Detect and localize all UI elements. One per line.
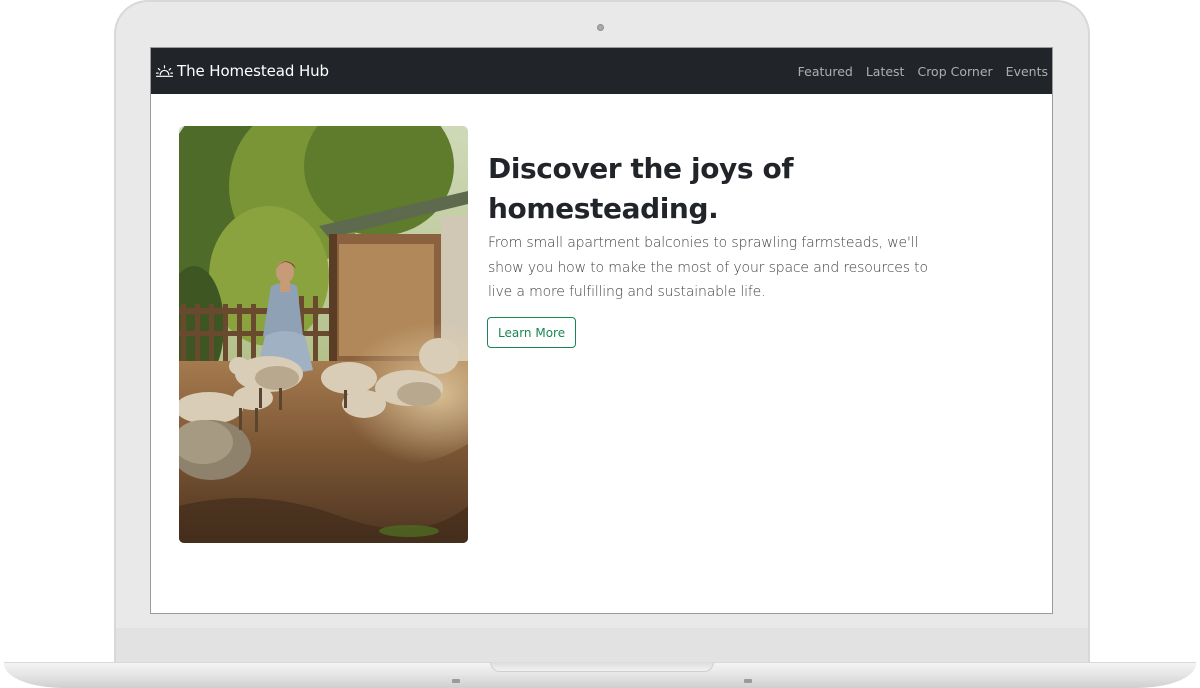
learn-more-button[interactable]: Learn More: [487, 317, 577, 348]
sunrise-icon: [156, 65, 173, 77]
laptop-open-notch: [490, 662, 714, 672]
browser-viewport: The Homestead Hub Featured Latest Crop C…: [150, 47, 1053, 614]
webcam-icon: [597, 24, 604, 31]
laptop-foot-left: [452, 679, 460, 683]
nav-link-events[interactable]: Events: [1006, 64, 1048, 79]
laptop-bezel-bottom: [116, 628, 1088, 664]
hero-title: Discover the joys of homesteading.: [488, 152, 794, 225]
hero-image: [179, 126, 468, 543]
laptop-foot-right: [744, 679, 752, 683]
brand-link[interactable]: The Homestead Hub: [156, 48, 329, 94]
brand-name: The Homestead Hub: [177, 62, 329, 80]
laptop-mockup: The Homestead Hub Featured Latest Crop C…: [0, 0, 1200, 688]
nav-link-featured[interactable]: Featured: [798, 64, 853, 79]
nav-link-latest[interactable]: Latest: [866, 64, 905, 79]
navbar: The Homestead Hub Featured Latest Crop C…: [151, 48, 1052, 94]
nav-link-crop-corner[interactable]: Crop Corner: [917, 64, 992, 79]
hero-lead-text: From small apartment balconies to sprawl…: [488, 235, 928, 300]
nav-links: Featured Latest Crop Corner Events: [785, 48, 1048, 94]
